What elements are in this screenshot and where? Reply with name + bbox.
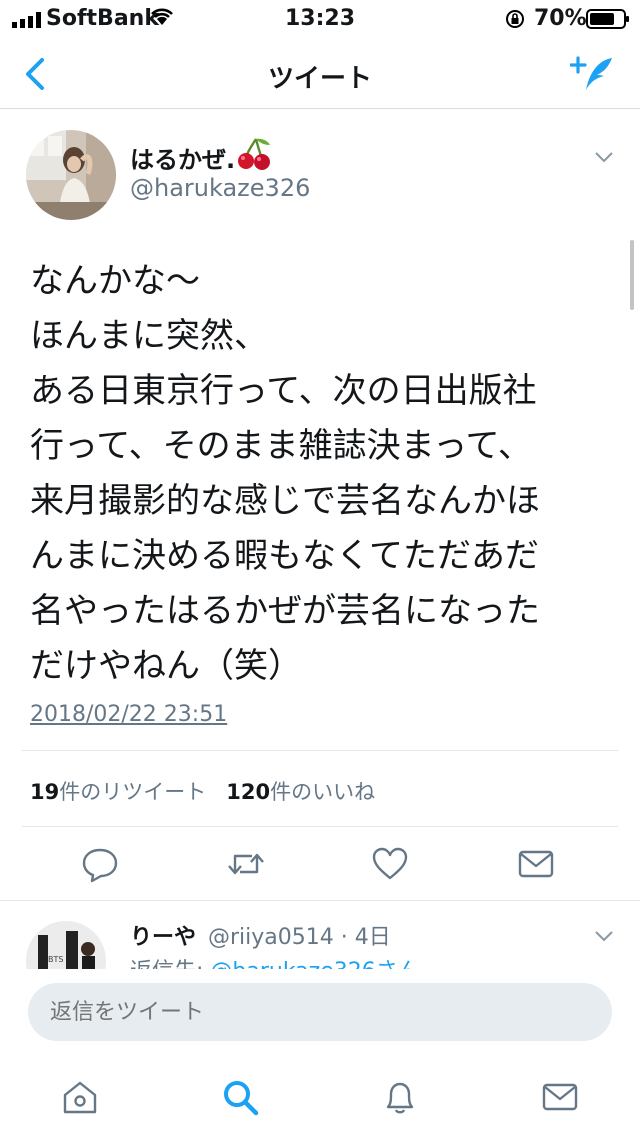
home-icon[interactable] bbox=[60, 1077, 100, 1117]
reply-icon[interactable] bbox=[80, 844, 120, 884]
tweet-text-line: んまに決める暇もなくてただあだ bbox=[30, 536, 539, 576]
tweet-text-line: ある日東京行って、次の日出版社 bbox=[30, 371, 537, 411]
user-handle[interactable]: @harukaze326 bbox=[130, 174, 310, 202]
reply-avatar-photo bbox=[26, 921, 106, 969]
divider bbox=[22, 750, 618, 751]
avatar[interactable] bbox=[26, 130, 116, 220]
search-icon[interactable] bbox=[220, 1077, 260, 1117]
heart-icon[interactable] bbox=[370, 844, 410, 884]
like-count: 120 bbox=[226, 780, 271, 804]
mail-icon[interactable] bbox=[516, 844, 556, 884]
reply-mention-link[interactable]: @harukaze326さん bbox=[210, 959, 419, 969]
tweet-text-line: ほんまに突然、 bbox=[30, 316, 268, 356]
like-label: 件のいいね bbox=[270, 780, 376, 804]
tweet-timestamp[interactable]: 2018/02/22 23:51 bbox=[30, 702, 227, 727]
battery-icon bbox=[586, 9, 629, 29]
tab-bar bbox=[0, 1059, 640, 1138]
nav-bar: ツイート bbox=[0, 40, 640, 109]
reply-list-item[interactable]: BTS りーや @riiya0514 · 4日 返信先: @harukaze32… bbox=[0, 901, 640, 969]
reply-handle-time: @riiya0514 · 4日 bbox=[208, 925, 391, 950]
tweet-text-line: なんかな〜 bbox=[30, 261, 200, 301]
tweet-text-line: 行って、そのまま雑誌決まって、 bbox=[30, 426, 532, 466]
avatar-photo bbox=[26, 130, 116, 220]
like-stat[interactable]: 120件のいいね bbox=[226, 780, 375, 804]
compose-tweet-icon[interactable] bbox=[570, 54, 616, 94]
battery-percent: 70% bbox=[534, 6, 587, 31]
status-bar: SoftBank 13:23 70% bbox=[0, 0, 640, 40]
tweet-text-line: だけやねん（笑） bbox=[30, 646, 302, 686]
retweet-stat[interactable]: 19件のリツイート bbox=[30, 780, 206, 804]
divider bbox=[22, 826, 618, 827]
chevron-down-icon[interactable] bbox=[594, 150, 614, 164]
reply-to-prefix: 返信先: bbox=[130, 959, 210, 969]
reply-avatar-text: BTS bbox=[48, 955, 64, 964]
reply-user-name[interactable]: りーや bbox=[130, 919, 196, 951]
chevron-down-icon[interactable] bbox=[594, 929, 614, 943]
rotation-lock-icon bbox=[506, 10, 524, 28]
messages-icon[interactable] bbox=[540, 1077, 580, 1117]
retweet-count: 19 bbox=[30, 780, 60, 804]
reply-avatar[interactable]: BTS bbox=[26, 921, 106, 969]
retweet-icon[interactable] bbox=[226, 844, 266, 884]
bell-icon[interactable] bbox=[380, 1077, 420, 1117]
reply-input[interactable] bbox=[28, 983, 612, 1041]
tweet-stats: 19件のリツイート 120件のいいね bbox=[30, 776, 375, 806]
reply-composer bbox=[0, 969, 640, 1059]
tweet-text: なんかな〜 ほんまに突然、 ある日東京行って、次の日出版社 行って、そのまま雑誌… bbox=[30, 254, 610, 694]
reply-to-line: 返信先: @harukaze326さん bbox=[130, 953, 420, 969]
scrollbar[interactable] bbox=[630, 240, 634, 310]
page-title: ツイート bbox=[267, 64, 372, 94]
tweet-text-line: 名やったはるかぜが芸名になった bbox=[30, 591, 540, 631]
user-display-name[interactable]: はるかぜ. bbox=[130, 140, 235, 175]
retweet-label: 件のリツイート bbox=[59, 780, 207, 804]
tweet-text-line: 来月撮影的な感じで芸名なんかほ bbox=[30, 481, 540, 521]
cherry-emoji-icon bbox=[238, 138, 270, 170]
